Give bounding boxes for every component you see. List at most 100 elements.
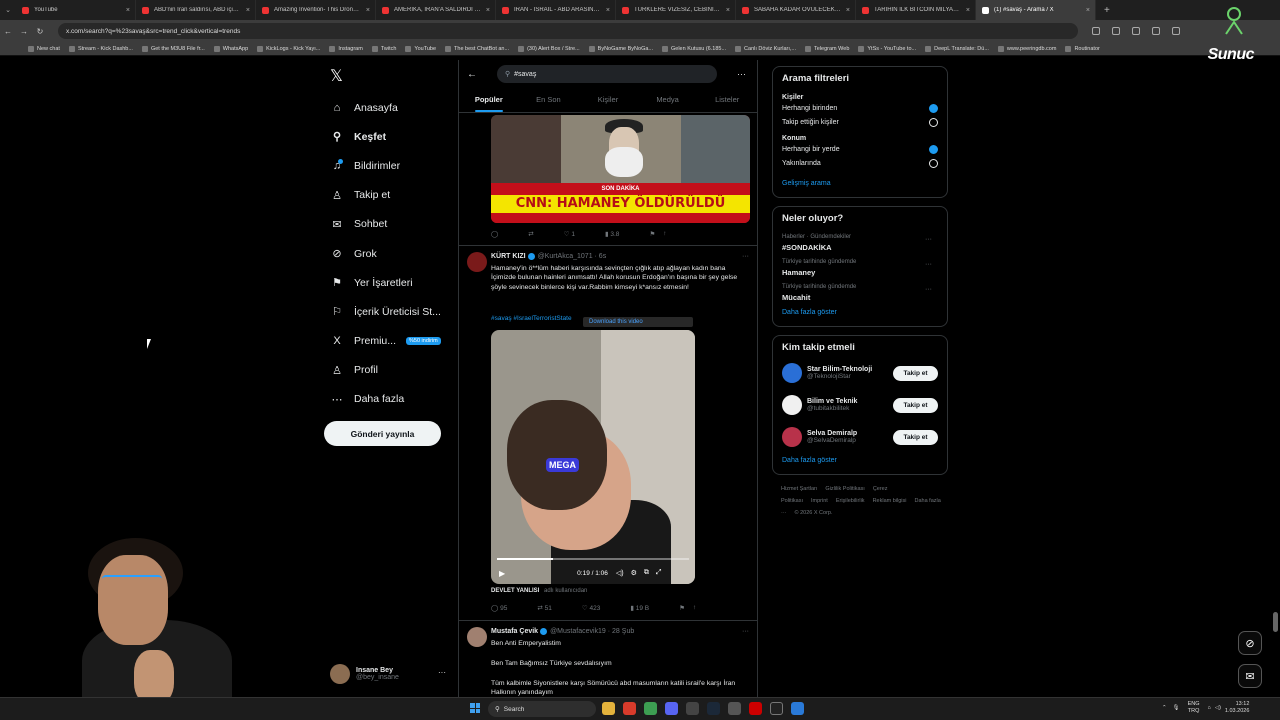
nav-item[interactable]: ⌂ Anasayfa: [322, 93, 452, 122]
tweet-author-name[interactable]: KÜRT KIZI: [491, 253, 526, 260]
filter-option[interactable]: Herhangi birinden: [782, 101, 938, 115]
views-icon[interactable]: ▮ 3.8: [605, 230, 619, 238]
trend-more-icon[interactable]: ···: [925, 236, 932, 243]
browser-tab[interactable]: YouTube ×: [16, 0, 136, 20]
close-icon[interactable]: ×: [246, 7, 250, 14]
video-progress-bar[interactable]: [497, 558, 689, 560]
trends-more-link[interactable]: Daha fazla göster: [782, 309, 938, 316]
obs-icon[interactable]: [728, 702, 741, 715]
bookmark-item[interactable]: www.peeringdb.com: [997, 45, 1056, 52]
chrome-icon[interactable]: [644, 702, 657, 715]
nav-item[interactable]: ♙ Profil: [322, 356, 452, 385]
search-tab[interactable]: Popüler: [459, 88, 519, 112]
tweet-more-icon[interactable]: ···: [742, 628, 749, 635]
tweet-hashtags[interactable]: #savaş #IsraelTerroristState: [491, 315, 572, 322]
nav-item[interactable]: ♙ Takip et: [322, 181, 452, 210]
trend-more-icon[interactable]: ···: [925, 261, 932, 268]
trend-more-icon[interactable]: ···: [925, 286, 932, 293]
filter-option[interactable]: Takip ettiğin kişiler: [782, 115, 938, 129]
browser-tab[interactable]: SABAHA KADAR ÖVÜLECEK OY... ×: [736, 0, 856, 20]
bookmark-icon[interactable]: ⚑: [649, 230, 655, 238]
browser-tab[interactable]: ABD'nin İran saldırısı, ABD için a... ×: [136, 0, 256, 20]
avatar[interactable]: [782, 395, 802, 415]
bookmark-icon[interactable]: ⚑: [679, 604, 685, 612]
tab-search-icon[interactable]: ⌄: [0, 6, 16, 14]
news-image[interactable]: SON DAKİKA CNN: HAMANEY ÖLDÜRÜLDÜ: [491, 115, 750, 223]
search-input[interactable]: ⚲ #savaş: [497, 65, 717, 83]
bookmark-item[interactable]: Gelen Kutusu (6.185...: [662, 45, 726, 52]
volume-icon[interactable]: ◁): [1215, 705, 1221, 711]
trend-item[interactable]: Türkiye tarihinde gündemde Mücahit ···: [782, 284, 938, 302]
tray-chevron-icon[interactable]: ⌃: [1162, 705, 1167, 711]
close-icon[interactable]: ×: [366, 7, 370, 14]
bookmark-item[interactable]: WhatsApp: [213, 45, 248, 52]
close-icon[interactable]: ×: [846, 7, 850, 14]
follow-suggestion[interactable]: Star Bilim-Teknoloji @TeknolojiStar Takip …: [782, 357, 938, 389]
nav-item[interactable]: ♫ Bildirimler: [322, 151, 452, 180]
tweet-more-icon[interactable]: ···: [742, 253, 749, 260]
account-switcher[interactable]: Insane Bey @bey_insane ···: [330, 662, 450, 686]
steam-icon[interactable]: [707, 702, 720, 715]
mic-icon[interactable]: 🎙: [1173, 705, 1180, 711]
video-source[interactable]: DEVLET YANLISI adlı kullanıcıdan: [491, 588, 587, 594]
repost-icon[interactable]: ⇄: [528, 230, 533, 238]
radio-unchecked-icon[interactable]: [929, 158, 938, 168]
nav-item[interactable]: ⊘ Grok: [322, 239, 452, 268]
volume-icon[interactable]: ◁): [616, 569, 624, 577]
filter-option[interactable]: Herhangi bir yerde: [782, 142, 938, 156]
bookmark-item[interactable]: ByNoGame ByNoGa...: [588, 45, 653, 52]
tweet-author-handle[interactable]: @Mustafacevik19 · 28 Şub: [550, 628, 634, 635]
share-icon[interactable]: ↑: [663, 230, 666, 238]
bookmark-item[interactable]: (30) Alert Box / Stre...: [518, 45, 580, 52]
browser-tab[interactable]: İRAN - İSRAİL - ABD ARASINDA... ×: [496, 0, 616, 20]
back-icon[interactable]: ←: [0, 27, 16, 36]
bookmark-item[interactable]: Routinator: [1065, 45, 1100, 52]
settings-icon[interactable]: ⚙: [631, 569, 637, 577]
search-tab[interactable]: En Son: [519, 88, 579, 112]
star-icon[interactable]: [1112, 27, 1120, 35]
avatar[interactable]: [467, 627, 487, 647]
footer-link[interactable]: Imprint: [811, 498, 828, 504]
search-tab[interactable]: Kişiler: [578, 88, 638, 112]
fullscreen-icon[interactable]: ⤢: [656, 569, 662, 577]
like-icon[interactable]: ♡ 1: [564, 230, 575, 238]
footer-link[interactable]: Reklam bilgisi: [873, 498, 907, 504]
reload-icon[interactable]: ↻: [32, 27, 48, 36]
x-app-icon[interactable]: [770, 702, 783, 715]
menu-icon[interactable]: [1172, 27, 1180, 35]
nav-item[interactable]: ⚑ Yer İşaretleri: [322, 268, 452, 297]
network-icon[interactable]: ⌂: [1208, 705, 1211, 711]
bookmark-item[interactable]: YouTube: [405, 45, 436, 52]
advanced-search-link[interactable]: Gelişmiş arama: [782, 180, 938, 187]
bookmark-item[interactable]: Get the M3U8 File fr...: [141, 45, 205, 52]
follow-button[interactable]: Takip et: [893, 429, 938, 445]
footer-link[interactable]: Hizmet Şartları: [781, 486, 817, 492]
bookmark-item[interactable]: KickLogs - Kick Yayı...: [257, 45, 320, 52]
trend-item[interactable]: Türkiye tarihinde gündemde Hamaney ···: [782, 259, 938, 277]
like-icon[interactable]: ♡ 423: [582, 604, 601, 612]
bookmark-item[interactable]: DeepL Translate: Dü...: [925, 45, 989, 52]
browser-tab[interactable]: (1) #savaş - Arama / X ×: [976, 0, 1096, 20]
app-icon[interactable]: [749, 702, 762, 715]
footer-link[interactable]: © 2026 X Corp.: [795, 510, 833, 516]
close-icon[interactable]: ×: [1086, 7, 1090, 14]
bookmark-item[interactable]: YtSs - YouTube to...: [858, 45, 916, 52]
avatar[interactable]: [467, 252, 487, 272]
reply-icon[interactable]: ◯: [491, 230, 498, 238]
close-icon[interactable]: ×: [486, 7, 490, 14]
bookmark-item[interactable]: Telegram Web: [805, 45, 849, 52]
bookmark-item[interactable]: The best ChatBot an...: [445, 45, 509, 52]
nav-item[interactable]: ⚐ İçerik Üreticisi St...: [322, 297, 452, 326]
bookmark-item[interactable]: New chat: [28, 45, 60, 52]
nav-item[interactable]: X Premiu... %50 indirim: [322, 327, 452, 356]
search-more-icon[interactable]: ···: [737, 69, 746, 79]
settings-app-icon[interactable]: [686, 702, 699, 715]
search-tab[interactable]: Listeler: [697, 88, 757, 112]
tweet-author-name[interactable]: Mustafa Çevik: [491, 628, 538, 635]
reply-icon[interactable]: ◯ 95: [491, 604, 507, 612]
radio-unchecked-icon[interactable]: [929, 117, 938, 127]
bookmark-item[interactable]: Stream - Kick Dashb...: [68, 45, 133, 52]
play-icon[interactable]: ▶: [499, 569, 505, 578]
nav-item[interactable]: ⚲ Keşfet: [322, 122, 452, 151]
footer-link[interactable]: Gizlilik Politikası: [825, 486, 864, 492]
